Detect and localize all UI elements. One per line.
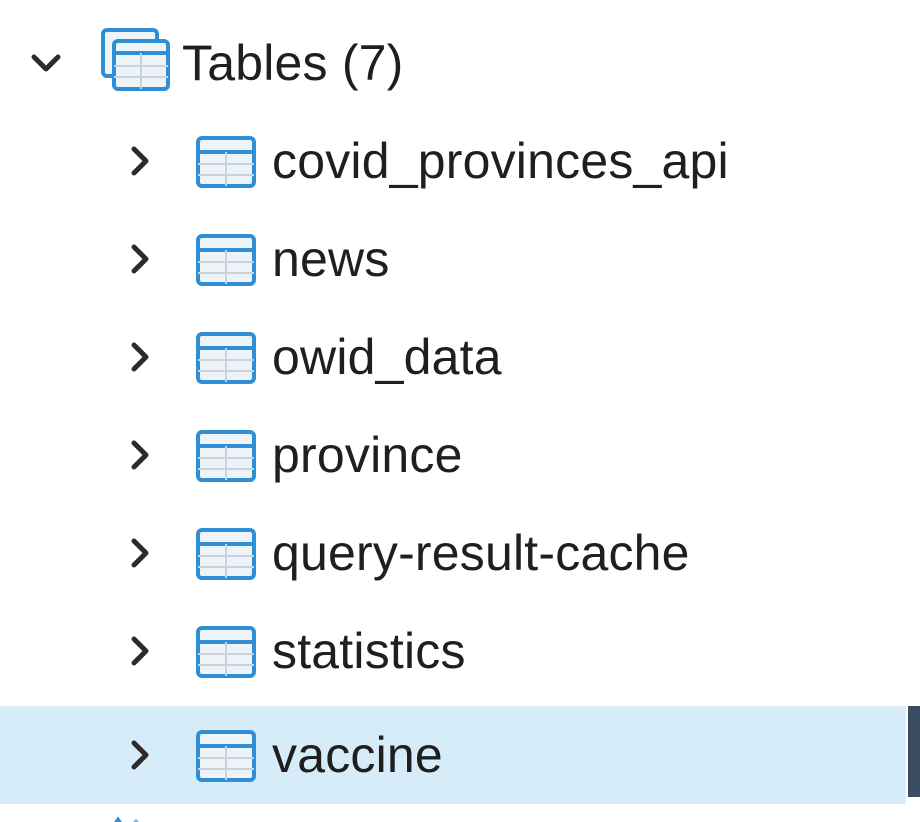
table-icon: [196, 626, 256, 683]
tables-group-icon: [100, 27, 172, 98]
table-node-label: province: [272, 427, 463, 483]
table-node-owid-data[interactable]: owid_data: [0, 308, 906, 406]
table-node-label: query-result-cache: [272, 525, 690, 581]
table-node-vaccine[interactable]: vaccine: [0, 706, 906, 804]
table-node-label: vaccine: [272, 727, 443, 783]
tables-group-node[interactable]: Tables (7): [0, 14, 906, 112]
table-icon: [196, 528, 256, 585]
chevron-right-icon[interactable]: [118, 237, 162, 281]
next-node-icon: [110, 812, 150, 822]
chevron-right-icon[interactable]: [118, 139, 162, 183]
table-node-news[interactable]: news: [0, 210, 906, 308]
selection-marker: [908, 706, 920, 797]
table-node-label: news: [272, 231, 390, 287]
object-explorer-tree: Tables (7) covid_provinces_api news owid…: [0, 0, 920, 822]
chevron-down-icon[interactable]: [24, 41, 68, 85]
chevron-right-icon[interactable]: [118, 733, 162, 777]
tables-group-label: Tables (7): [182, 35, 404, 91]
chevron-right-icon[interactable]: [118, 629, 162, 673]
chevron-right-icon[interactable]: [118, 531, 162, 575]
table-node-label: statistics: [272, 623, 466, 679]
table-icon: [196, 234, 256, 291]
table-node-label: covid_provinces_api: [272, 133, 729, 189]
table-node-query-result-cache[interactable]: query-result-cache: [0, 504, 906, 602]
table-node-covid-provinces-api[interactable]: covid_provinces_api: [0, 112, 906, 210]
table-icon: [196, 136, 256, 193]
table-node-label: owid_data: [272, 329, 502, 385]
chevron-right-icon[interactable]: [118, 433, 162, 477]
table-node-statistics[interactable]: statistics: [0, 602, 906, 700]
chevron-right-icon[interactable]: [118, 335, 162, 379]
table-icon: [196, 730, 256, 787]
table-icon: [196, 332, 256, 389]
table-node-province[interactable]: province: [0, 406, 906, 504]
table-icon: [196, 430, 256, 487]
